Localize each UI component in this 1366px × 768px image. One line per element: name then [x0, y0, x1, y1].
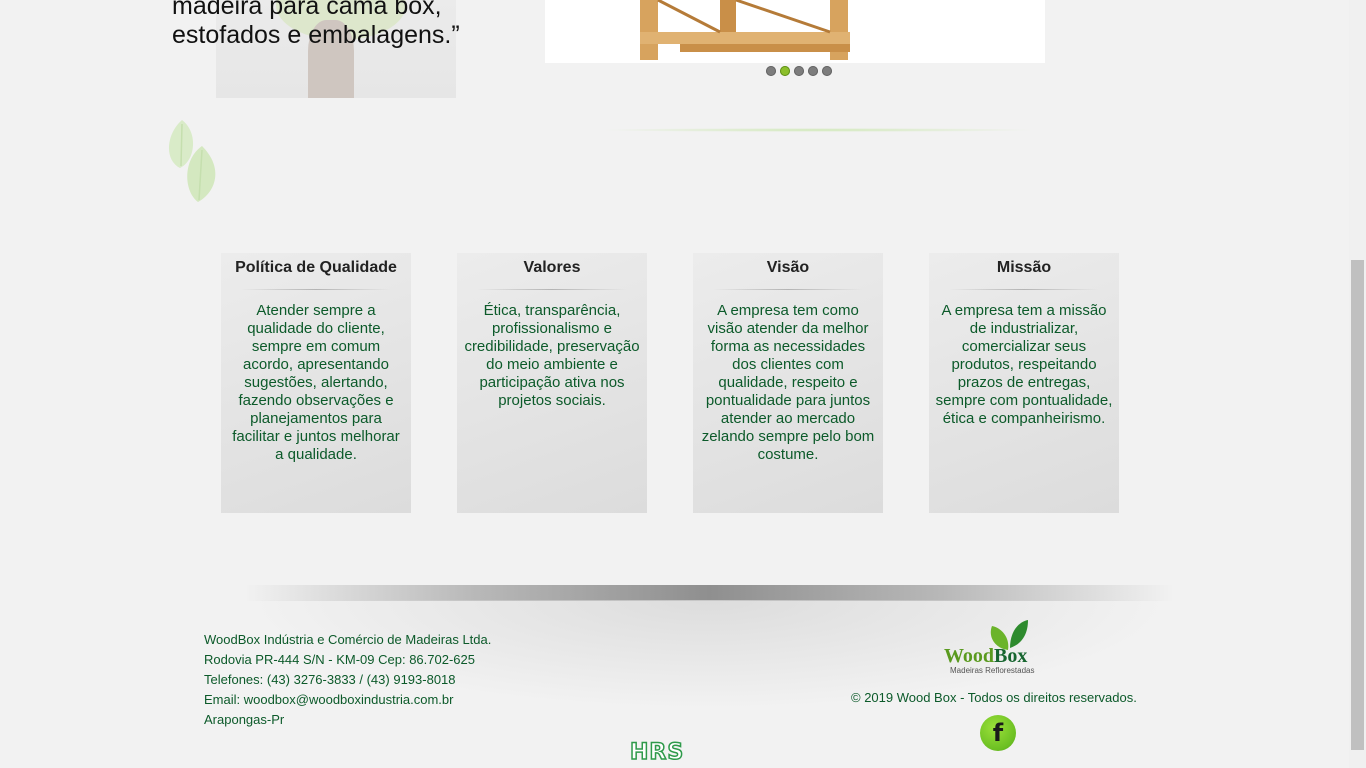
card-title: Política de Qualidade: [235, 259, 397, 276]
logo-word-wood: Wood: [944, 645, 995, 667]
card-title: Visão: [766, 259, 810, 276]
card-divider: [241, 289, 391, 290]
decorative-divider: [598, 128, 1038, 132]
slider-pagination: [766, 66, 832, 76]
slider-dot-4[interactable]: [808, 66, 818, 76]
slider-dot-3[interactable]: [794, 66, 804, 76]
card-text: A empresa tem como visão atender da melh…: [701, 302, 875, 463]
company-email[interactable]: Email: woodbox@woodboxindustria.com.br: [204, 690, 491, 710]
slider-dot-2[interactable]: [780, 66, 790, 76]
footer-contact: WoodBox Indústria e Comércio de Madeiras…: [204, 630, 491, 730]
card-text: Ética, transparência, profissionalismo e…: [464, 302, 640, 409]
image-slider[interactable]: [545, 0, 1045, 63]
card-politica-qualidade: Política de Qualidade Atender sempre a q…: [221, 253, 411, 513]
leaf-icon: [168, 120, 216, 202]
pallet-image: [640, 0, 850, 60]
copyright-text: © 2019 Wood Box - Todos os direitos rese…: [851, 690, 1137, 705]
card-valores: Valores Ética, transparência, profission…: [457, 253, 647, 513]
card-divider: [949, 289, 1099, 290]
card-title: Valores: [523, 259, 581, 276]
developer-credit-logo[interactable]: HRS: [629, 739, 685, 766]
card-visao: Visão A empresa tem como visão atender d…: [693, 253, 883, 513]
card-text: Atender sempre a qualidade do cliente, s…: [232, 302, 400, 463]
company-city: Arapongas-Pr: [204, 712, 285, 727]
footer-divider-bar: [244, 585, 1174, 601]
facebook-glyph: f: [992, 719, 1004, 747]
slider-dot-1[interactable]: [766, 66, 776, 76]
card-missao: Missão A empresa tem a missão de industr…: [929, 253, 1119, 513]
logo-wordmark: WoodBox: [944, 646, 1027, 666]
developer-credit-text: HRS: [629, 739, 685, 766]
slider-dot-5[interactable]: [822, 66, 832, 76]
card-divider: [713, 289, 863, 290]
page-scrollbar[interactable]: [1349, 0, 1366, 768]
scrollbar-thumb[interactable]: [1351, 260, 1364, 750]
card-divider: [477, 289, 627, 290]
company-name: WoodBox Indústria e Comércio de Madeiras…: [204, 632, 492, 647]
card-text: A empresa tem a missão de industrializar…: [935, 302, 1113, 427]
card-title: Missão: [996, 259, 1052, 276]
company-address: Rodovia PR-444 S/N - KM-09 Cep: 86.702-6…: [204, 652, 475, 667]
woodbox-logo[interactable]: WoodBox Madeiras Reflorestadas: [944, 618, 1056, 676]
facebook-icon[interactable]: f: [980, 715, 1016, 751]
hero-quote: madeira para cama box, estofados e embal…: [172, 0, 460, 49]
logo-tagline: Madeiras Reflorestadas: [950, 666, 1035, 675]
logo-word-box: Box: [994, 645, 1028, 667]
company-phones: Telefones: (43) 3276-3833 / (43) 9193-80…: [204, 672, 456, 687]
